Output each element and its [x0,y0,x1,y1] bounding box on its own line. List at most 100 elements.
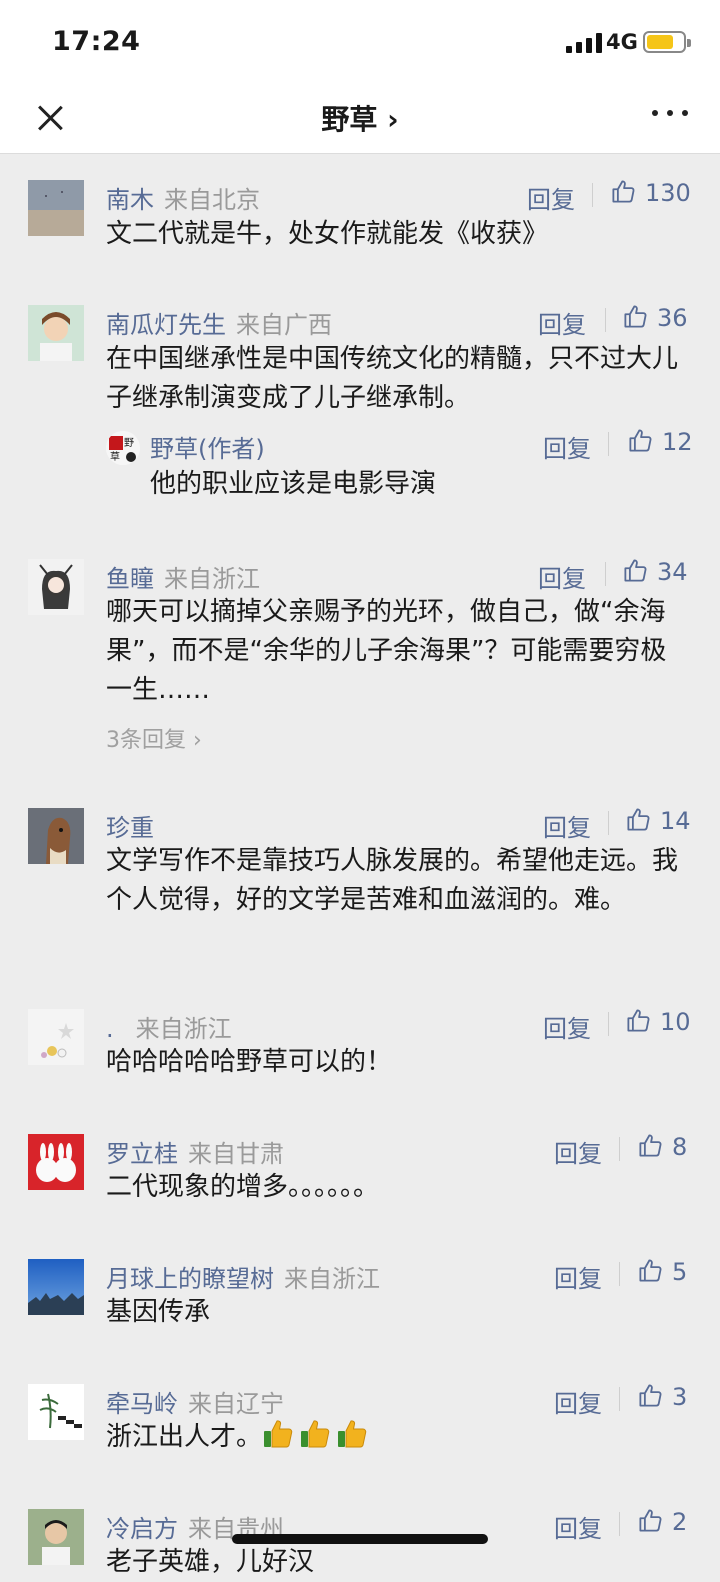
like-count: 8 [672,1133,688,1161]
thumbs-up-icon [637,1257,664,1284]
thumbs-up-icon [625,806,652,833]
more-options-icon[interactable] [652,110,688,122]
avatar[interactable] [28,1384,84,1440]
comment-author-row: 鱼瞳 来自浙江 [106,559,260,594]
comment-author[interactable]: 珍重 [106,814,154,842]
comment-location: 来自广西 [236,311,332,339]
comment-author-row: 南瓜灯先生 来自广西 [106,305,332,340]
comment-location: 来自甘肃 [188,1140,284,1168]
comment-text: 基因传承 [106,1297,211,1327]
comment-location: 来自辽宁 [188,1390,284,1418]
like-count: 34 [657,558,688,586]
like-count: 130 [645,179,691,207]
reply-button[interactable]: 回复 [543,429,591,464]
battery-icon [643,31,691,53]
avatar[interactable] [28,1134,84,1190]
comment-text: 文学写作不是靠技巧人脉发展的。希望他走远。我个人觉得，好的文学是苦难和血滋润的。… [106,846,679,915]
divider [619,1512,620,1536]
like-count: 36 [657,304,688,332]
like-count: 2 [672,1508,688,1536]
avatar[interactable] [28,1259,84,1315]
svg-text:草: 草 [110,451,120,463]
comment-location: 来自浙江 [164,565,260,593]
comment-author[interactable]: 月球上的瞭望树 [106,1265,274,1293]
comment-author[interactable]: 南瓜灯先生 [106,311,226,339]
divider [592,183,593,207]
author-name[interactable]: 野草(作者) [150,429,265,464]
divider [608,432,609,456]
like-count: 12 [662,428,693,456]
author-reply-text: 他的职业应该是电影导演 [150,469,437,499]
thumbs-up-icon [637,1382,664,1409]
comment-text: 哪天可以摘掉父亲赐予的光环，做自己，做“余海果”，而不是“余华的儿子余海果”？可… [106,597,667,705]
comment-author-row: 罗立桂 来自甘肃 [106,1134,284,1169]
divider [619,1387,620,1411]
nav-bar: 野草 › [0,84,720,154]
reply-button[interactable]: 回复 [543,1009,591,1044]
page-title[interactable]: 野草 › [0,98,720,138]
reply-button[interactable]: 回复 [554,1259,602,1294]
comment-text-content: 浙江出人才。 [106,1422,263,1452]
thumbs-up-icon [610,178,637,205]
comment-text: 浙江出人才。 [106,1418,686,1457]
comment-author-row: 牵马岭 来自辽宁 [106,1384,284,1419]
avatar[interactable] [28,305,84,361]
reply-button[interactable]: 回复 [538,305,586,340]
thumbs-up-icon [625,1007,652,1034]
comment-author-row: 珍重 [106,808,154,843]
reply-button[interactable]: 回复 [527,180,575,215]
home-indicator[interactable] [232,1534,488,1544]
thumbs-up-icon [627,427,654,454]
author-avatar[interactable]: 野草 [106,431,140,465]
comment-location: 来自浙江 [284,1265,380,1293]
reply-button[interactable]: 回复 [543,808,591,843]
thumbs-up-icon [622,303,649,330]
like-count: 10 [660,1008,691,1036]
avatar[interactable] [28,808,84,864]
thumbs-up-icon [622,557,649,584]
comment-text: 二代现象的增多。。。。。。 [106,1172,380,1202]
status-bar: 17:24 4G [0,0,720,84]
avatar[interactable] [28,180,84,236]
thumbs-up-emoji-icon [299,1418,331,1450]
network-type: 4G [606,30,638,54]
like-count: 5 [672,1258,688,1286]
comment-author-row: 月球上的瞭望树 来自浙江 [106,1259,380,1294]
view-replies-link[interactable]: 3条回复 › [106,722,202,754]
avatar[interactable] [28,1509,84,1565]
divider [619,1262,620,1286]
divider [605,308,606,332]
thumbs-up-icon [637,1507,664,1534]
comment-text: 老子英雄，儿好汉 [106,1547,315,1577]
comment-author[interactable]: 鱼瞳 [106,565,154,593]
like-count: 14 [660,807,691,835]
divider [608,811,609,835]
reply-button[interactable]: 回复 [554,1509,602,1544]
divider [619,1137,620,1161]
thumbs-up-emoji-icon [336,1418,368,1450]
comment-location: 来自浙江 [135,1015,232,1043]
like-count: 3 [672,1383,688,1411]
avatar[interactable] [28,559,84,615]
svg-text:野: 野 [124,437,134,449]
divider [605,562,606,586]
comment-author[interactable]: 罗立桂 [106,1140,178,1168]
comment-author[interactable]: 南木 [106,186,154,214]
comment-author-row: 南木 来自北京 [106,180,260,215]
thumbs-up-emoji-icon [262,1418,294,1450]
comment-author[interactable]: 牵马岭 [106,1390,178,1418]
comment-author-row: . 来自浙江 [106,1009,232,1044]
thumbs-up-icon [637,1132,664,1159]
comment-author[interactable]: 冷启方 [106,1515,178,1543]
avatar[interactable] [28,1009,84,1065]
reply-button[interactable]: 回复 [538,559,586,594]
comment-author[interactable]: . [106,1015,114,1043]
comment-text: 哈哈哈哈哈野草可以的！ [106,1047,393,1077]
status-time: 17:24 [52,26,141,57]
comment-text: 在中国继承性是中国传统文化的精髓，只不过大儿子继承制演变成了儿子继承制。 [106,344,679,413]
comment-location: 来自北京 [164,186,260,214]
comment-text: 文二代就是牛，处女作就能发《收获》 [106,219,549,249]
reply-button[interactable]: 回复 [554,1134,602,1169]
reply-button[interactable]: 回复 [554,1384,602,1419]
cellular-signal-icon [566,33,602,53]
